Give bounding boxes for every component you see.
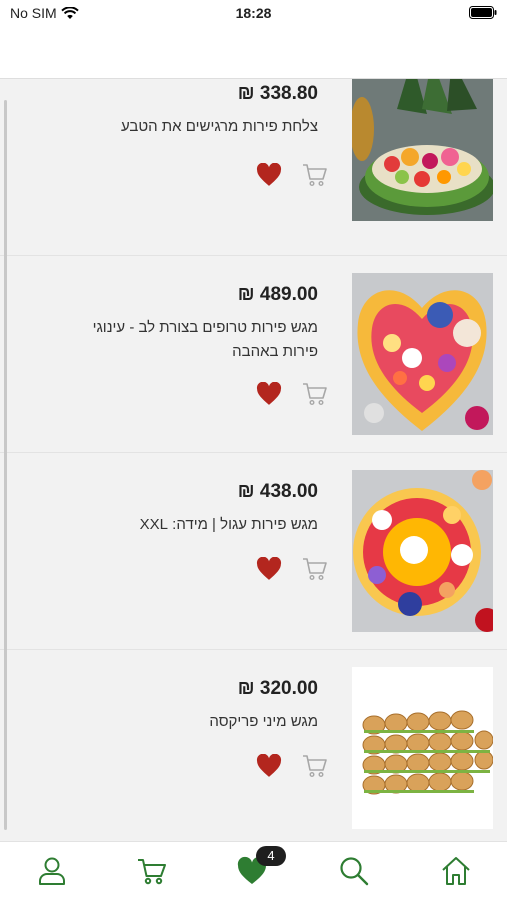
heart-icon[interactable]: [256, 557, 282, 581]
header-bar: [0, 28, 507, 79]
product-image[interactable]: [352, 273, 493, 435]
product-card[interactable]: 338.80 ₪ צלחת פירות מרגישים את הטבע: [0, 79, 507, 256]
fruit-basket-image: [352, 79, 493, 221]
scroll-indicator[interactable]: [4, 100, 7, 830]
heart-icon[interactable]: [256, 382, 282, 406]
tab-bar: [0, 841, 507, 901]
product-image[interactable]: [352, 667, 493, 829]
add-to-cart-icon[interactable]: [302, 382, 328, 406]
battery-icon: [469, 6, 497, 19]
favorites-count-badge: 4: [256, 846, 286, 866]
product-price: 489.00 ₪: [237, 284, 318, 305]
product-price: 320.00 ₪: [237, 678, 318, 699]
product-card[interactable]: 489.00 ₪ מגש פירות טרופים בצורת לב - עינ…: [0, 256, 507, 453]
profile-icon[interactable]: [36, 855, 68, 887]
home-icon[interactable]: [440, 855, 472, 887]
status-bar: No SIM 18:28: [0, 0, 507, 28]
add-to-cart-icon[interactable]: [302, 754, 328, 778]
cart-icon[interactable]: [136, 855, 168, 887]
product-image[interactable]: [352, 79, 493, 221]
product-title: מגש מיני פריקסה: [209, 713, 318, 730]
product-card[interactable]: 320.00 ₪ מגש מיני פריקסה: [0, 650, 507, 841]
product-card[interactable]: 438.00 ₪ מגש פירות עגול | מידה: XXL: [0, 453, 507, 650]
product-title: מגש פירות עגול | מידה: XXL: [139, 516, 318, 533]
product-list[interactable]: 338.80 ₪ צלחת פירות מרגישים את הטבע 489.…: [0, 79, 507, 841]
product-price: 438.00 ₪: [237, 481, 318, 502]
product-image[interactable]: [352, 470, 493, 632]
add-to-cart-icon[interactable]: [302, 163, 328, 187]
product-title: מגש פירות טרופים בצורת לב - עינוגי פירות…: [92, 319, 318, 360]
heart-icon[interactable]: [256, 754, 282, 778]
product-title: צלחת פירות מרגישים את הטבע: [120, 118, 318, 135]
add-to-cart-icon[interactable]: [302, 557, 328, 581]
heart-fruit-platter-image: [352, 273, 493, 435]
search-icon[interactable]: [338, 855, 370, 887]
clock: 18:28: [235, 5, 272, 21]
heart-icon[interactable]: [256, 163, 282, 187]
mini-sandwich-tray-image: [352, 667, 493, 829]
product-price: 338.80 ₪: [237, 83, 318, 104]
status-right: [469, 6, 497, 22]
round-fruit-platter-image: [352, 470, 493, 632]
